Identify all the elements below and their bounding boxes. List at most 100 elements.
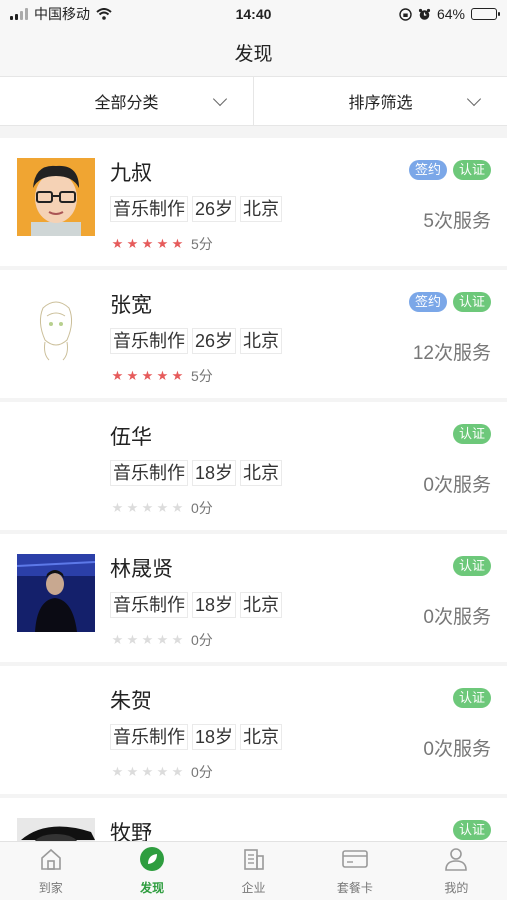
tag: 北京: [240, 196, 283, 222]
provider-card[interactable]: 张宽 签约 认证 音乐制作 26岁 北京 ★ ★ ★ ★ ★ 5分 12次服务: [0, 270, 507, 398]
rating: ★ ★ ★ ★ ★ 0分: [110, 498, 213, 518]
sort-filter-label: 排序筛选: [348, 95, 413, 112]
building-icon: [241, 846, 267, 879]
chevron-down-icon: [466, 91, 482, 107]
battery-icon: [471, 8, 500, 20]
provider-card[interactable]: 伍华 认证 音乐制作 18岁 北京 ★ ★ ★ ★ ★ 0分 0次服务: [0, 402, 507, 530]
service-count: 5次服务: [423, 211, 491, 232]
star-icon: ★: [171, 632, 184, 647]
sort-filter[interactable]: 排序筛选: [253, 77, 507, 125]
tag: 北京: [240, 328, 283, 354]
battery-percent: 64%: [436, 6, 465, 22]
signed-badge: 签约: [408, 292, 447, 312]
provider-name: 九叔: [110, 162, 152, 185]
tab-label: 套餐卡: [336, 881, 373, 895]
tab-card[interactable]: 套餐卡: [304, 842, 405, 900]
chevron-down-icon: [212, 91, 228, 107]
badge-group: 认证: [452, 424, 491, 444]
verified-badge: 认证: [452, 556, 491, 576]
tab-label: 发现: [140, 881, 165, 895]
wifi-icon: [96, 8, 112, 20]
tab-home[interactable]: 到家: [0, 842, 101, 900]
star-icon: ★: [111, 368, 124, 383]
provider-card[interactable]: 九叔 签约 认证 音乐制作 26岁 北京 ★ ★ ★ ★ ★ 5分 5次服务: [0, 138, 507, 266]
star-icon: ★: [126, 764, 139, 779]
star-icon: ★: [111, 500, 124, 515]
star-icon: ★: [141, 236, 154, 251]
service-count: 12次服务: [412, 343, 491, 364]
star-icon: ★: [126, 500, 139, 515]
tag: 26岁: [192, 328, 237, 354]
badge-group: 认证: [452, 556, 491, 576]
tag: 26岁: [192, 196, 237, 222]
avatar: [17, 158, 95, 236]
provider-card[interactable]: 林晟贤 认证 音乐制作 18岁 北京 ★ ★ ★ ★ ★ 0分 0次服务: [0, 534, 507, 662]
tag: 音乐制作: [110, 196, 188, 222]
page-title: 发现: [234, 43, 273, 65]
badge-group: 认证: [452, 820, 491, 840]
star-icon: ★: [111, 632, 124, 647]
avatar: [16, 554, 96, 632]
avatar: [17, 290, 95, 368]
category-filter-label: 全部分类: [94, 95, 159, 112]
tag: 北京: [240, 724, 283, 750]
tag: 18岁: [192, 724, 237, 750]
signal-icon: [10, 8, 28, 20]
rating-score: 0分: [191, 764, 213, 780]
tab-label: 到家: [38, 881, 63, 895]
tag-group: 音乐制作 18岁 北京: [110, 724, 283, 750]
filter-bar: 全部分类 排序筛选: [0, 76, 507, 126]
user-icon: [443, 846, 469, 879]
verified-badge: 认证: [452, 292, 491, 312]
tab-label: 企业: [241, 881, 266, 895]
status-right: 64%: [399, 6, 500, 22]
provider-name: 朱贺: [110, 690, 152, 713]
card-icon: [341, 846, 369, 879]
tag-group: 音乐制作 18岁 北京: [110, 592, 283, 618]
category-filter[interactable]: 全部分类: [0, 77, 253, 125]
rating-score: 5分: [191, 236, 213, 252]
service-count: 0次服务: [423, 739, 491, 760]
lock-rotation-icon: [399, 7, 412, 21]
badge-group: 认证: [452, 688, 491, 708]
star-icon: ★: [126, 236, 139, 251]
star-icon: ★: [141, 764, 154, 779]
tab-building[interactable]: 企业: [203, 842, 304, 900]
star-icon: ★: [141, 500, 154, 515]
star-icon: ★: [171, 236, 184, 251]
rating: ★ ★ ★ ★ ★ 5分: [110, 366, 213, 386]
rating-score: 5分: [191, 368, 213, 384]
tab-bar: 到家 发现 企业 套餐卡 我的: [0, 841, 507, 900]
carrier-label: 中国移动: [34, 6, 90, 22]
status-bar: 中国移动 14:40 64%: [0, 0, 507, 28]
signed-badge: 签约: [408, 160, 447, 180]
tag: 18岁: [192, 592, 237, 618]
badge-group: 签约 认证: [408, 160, 491, 180]
verified-badge: 认证: [452, 688, 491, 708]
service-count: 0次服务: [423, 607, 491, 628]
tab-discover[interactable]: 发现: [101, 842, 202, 900]
rating: ★ ★ ★ ★ ★ 0分: [110, 630, 213, 650]
rating: ★ ★ ★ ★ ★ 0分: [110, 762, 213, 782]
alarm-icon: [418, 8, 431, 20]
tag: 音乐制作: [110, 328, 188, 354]
provider-card[interactable]: 朱贺 认证 音乐制作 18岁 北京 ★ ★ ★ ★ ★ 0分 0次服务: [0, 666, 507, 794]
tab-label: 我的: [444, 881, 469, 895]
tag: 音乐制作: [110, 724, 188, 750]
rating-score: 0分: [191, 632, 213, 648]
star-icon: ★: [171, 500, 184, 515]
provider-name: 张宽: [110, 294, 152, 317]
star-icon: ★: [126, 632, 139, 647]
tab-user[interactable]: 我的: [406, 842, 507, 900]
verified-badge: 认证: [452, 424, 491, 444]
star-icon: ★: [171, 368, 184, 383]
star-icon: ★: [141, 368, 154, 383]
tag: 北京: [240, 592, 283, 618]
star-icon: ★: [156, 632, 169, 647]
badge-group: 签约 认证: [408, 292, 491, 312]
star-icon: ★: [156, 764, 169, 779]
star-icon: ★: [156, 236, 169, 251]
tag: 北京: [240, 460, 283, 486]
star-icon: ★: [111, 764, 124, 779]
home-icon: [38, 846, 64, 879]
